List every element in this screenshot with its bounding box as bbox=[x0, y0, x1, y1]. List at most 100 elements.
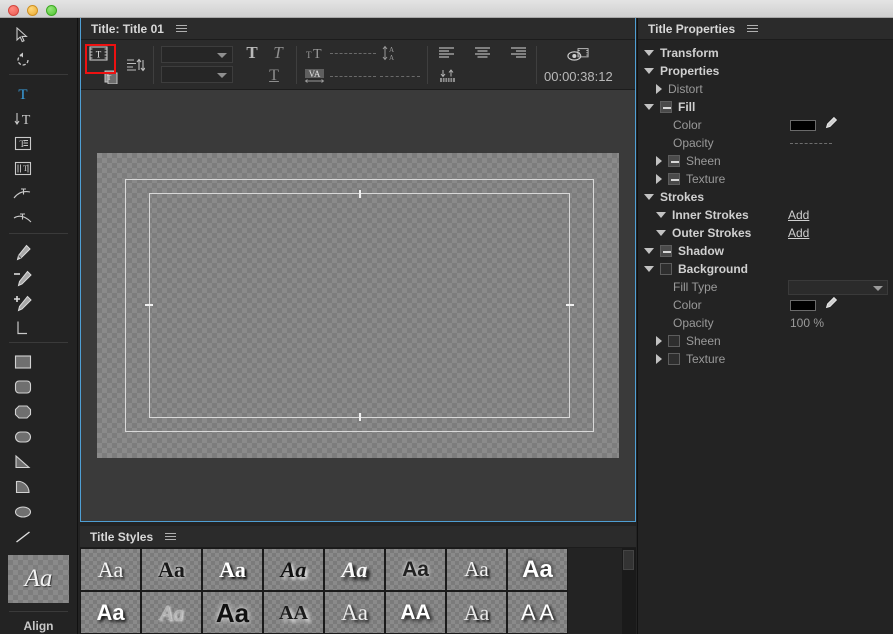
title-style-swatch[interactable]: AA bbox=[385, 591, 446, 634]
minimize-window-button[interactable] bbox=[27, 5, 38, 16]
fill-type-select[interactable] bbox=[788, 279, 888, 295]
property-row-fill[interactable]: Fill bbox=[638, 98, 893, 116]
checkbox-bg-texture[interactable] bbox=[668, 353, 680, 365]
property-row-bg-texture[interactable]: Texture bbox=[638, 350, 893, 368]
tracking-field[interactable] bbox=[380, 71, 420, 82]
property-row-fill-color[interactable]: Color bbox=[638, 116, 893, 134]
property-row-distort[interactable]: Distort bbox=[638, 80, 893, 98]
vertical-area-type-tool[interactable]: T bbox=[6, 156, 39, 181]
property-row-fill-texture[interactable]: Texture bbox=[638, 170, 893, 188]
property-row-bg-color[interactable]: Color bbox=[638, 296, 893, 314]
kerning-icon[interactable]: VA bbox=[304, 66, 326, 86]
title-style-swatch[interactable]: Aa bbox=[202, 591, 263, 634]
title-style-swatch[interactable]: Aa bbox=[385, 548, 446, 591]
title-style-swatch[interactable]: Aa bbox=[80, 548, 141, 591]
font-family-dropdown[interactable] bbox=[161, 46, 233, 63]
vertical-type-tool[interactable]: T bbox=[6, 106, 39, 131]
rounded-corner-rectangle-tool[interactable] bbox=[6, 374, 39, 399]
chevron-right-icon[interactable] bbox=[656, 84, 662, 94]
hamburger-menu-icon[interactable] bbox=[175, 25, 187, 32]
property-row-fill-sheen[interactable]: Sheen bbox=[638, 152, 893, 170]
color-swatch[interactable] bbox=[790, 299, 816, 311]
rectangle-tool[interactable] bbox=[6, 349, 39, 374]
property-row-properties[interactable]: Properties bbox=[638, 62, 893, 80]
title-style-swatch[interactable]: Aa bbox=[141, 548, 202, 591]
convert-anchor-point-tool[interactable] bbox=[6, 315, 39, 340]
title-canvas[interactable] bbox=[97, 152, 619, 458]
chevron-down-icon[interactable] bbox=[644, 50, 654, 56]
selection-tool[interactable] bbox=[6, 22, 39, 47]
eyedropper-icon[interactable] bbox=[824, 296, 838, 315]
title-style-swatch[interactable]: Aa bbox=[446, 548, 507, 591]
zoom-window-button[interactable] bbox=[46, 5, 57, 16]
hamburger-menu-icon[interactable] bbox=[165, 533, 177, 540]
pen-tool[interactable] bbox=[6, 240, 39, 265]
add-stroke-link[interactable]: Add bbox=[788, 226, 809, 240]
opacity-dashed-field[interactable] bbox=[790, 142, 832, 144]
delete-anchor-point-tool[interactable] bbox=[6, 265, 39, 290]
title-style-swatch[interactable]: Aa bbox=[141, 591, 202, 634]
chevron-down-icon[interactable] bbox=[644, 266, 654, 272]
italic-button[interactable]: T bbox=[267, 43, 289, 63]
kerning-field[interactable] bbox=[330, 71, 376, 82]
styles-scrollbar[interactable] bbox=[622, 548, 636, 634]
tab-stops-icon[interactable] bbox=[437, 66, 459, 86]
property-row-shadow[interactable]: Shadow bbox=[638, 242, 893, 260]
property-row-bg-fill-type[interactable]: Fill Type bbox=[638, 278, 893, 296]
chevron-down-icon[interactable] bbox=[644, 248, 654, 254]
property-row-outer-strokes[interactable]: Outer Strokes Add bbox=[638, 224, 893, 242]
show-background-video-icon[interactable] bbox=[567, 46, 589, 66]
rotation-tool[interactable] bbox=[6, 47, 39, 72]
wedge-tool[interactable] bbox=[6, 449, 39, 474]
rounded-rectangle-tool[interactable] bbox=[6, 424, 39, 449]
color-swatch[interactable] bbox=[790, 119, 816, 131]
add-anchor-point-tool[interactable] bbox=[6, 290, 39, 315]
title-style-swatch[interactable]: Aa bbox=[80, 591, 141, 634]
title-style-swatch[interactable]: Aa bbox=[324, 591, 385, 634]
title-style-swatch[interactable]: Aa bbox=[324, 548, 385, 591]
underline-button[interactable]: T bbox=[263, 66, 285, 86]
font-style-dropdown[interactable] bbox=[161, 66, 233, 83]
line-tool[interactable] bbox=[6, 524, 39, 549]
title-style-swatch[interactable]: Aa bbox=[446, 591, 507, 634]
vertical-path-type-tool[interactable] bbox=[6, 206, 39, 231]
roll-crawl-options-icon[interactable] bbox=[124, 55, 146, 75]
area-type-tool[interactable]: T bbox=[6, 131, 39, 156]
chevron-right-icon[interactable] bbox=[656, 354, 662, 364]
bold-button[interactable]: T bbox=[241, 43, 263, 63]
clipped-corner-rectangle-tool[interactable] bbox=[6, 399, 39, 424]
checkbox-bg-sheen[interactable] bbox=[668, 335, 680, 347]
property-row-background[interactable]: Background bbox=[638, 260, 893, 278]
property-row-transform[interactable]: Transform bbox=[638, 44, 893, 62]
hamburger-menu-icon[interactable] bbox=[747, 25, 759, 32]
ellipse-tool[interactable] bbox=[6, 499, 39, 524]
chevron-right-icon[interactable] bbox=[656, 156, 662, 166]
property-row-strokes[interactable]: Strokes bbox=[638, 188, 893, 206]
title-style-swatch[interactable]: Aa bbox=[263, 548, 324, 591]
font-size-field[interactable] bbox=[330, 48, 376, 59]
eyedropper-icon[interactable] bbox=[824, 116, 838, 135]
add-stroke-link[interactable]: Add bbox=[788, 208, 809, 222]
chevron-down-icon[interactable] bbox=[644, 104, 654, 110]
checkbox-fill-texture[interactable] bbox=[668, 173, 680, 185]
arc-tool[interactable] bbox=[6, 474, 39, 499]
path-type-tool[interactable] bbox=[6, 181, 39, 206]
align-right-icon[interactable] bbox=[507, 43, 529, 63]
property-row-bg-sheen[interactable]: Sheen bbox=[638, 332, 893, 350]
checkbox-fill[interactable] bbox=[660, 101, 672, 113]
font-preview-swatch[interactable]: Aa bbox=[8, 555, 69, 603]
align-left-icon[interactable] bbox=[435, 43, 457, 63]
type-tool[interactable]: T bbox=[6, 81, 39, 106]
property-row-fill-opacity[interactable]: Opacity bbox=[638, 134, 893, 152]
chevron-down-icon[interactable] bbox=[656, 212, 666, 218]
chevron-right-icon[interactable] bbox=[656, 336, 662, 346]
font-size-icon[interactable]: TT bbox=[304, 43, 326, 63]
chevron-right-icon[interactable] bbox=[656, 174, 662, 184]
title-type-icon[interactable]: T bbox=[87, 43, 109, 63]
title-style-swatch[interactable]: AA bbox=[263, 591, 324, 634]
styles-scrollbar-thumb[interactable] bbox=[623, 550, 634, 570]
checkbox-fill-sheen[interactable] bbox=[668, 155, 680, 167]
title-style-swatch[interactable]: Aa bbox=[507, 548, 568, 591]
property-row-inner-strokes[interactable]: Inner Strokes Add bbox=[638, 206, 893, 224]
close-window-button[interactable] bbox=[8, 5, 19, 16]
